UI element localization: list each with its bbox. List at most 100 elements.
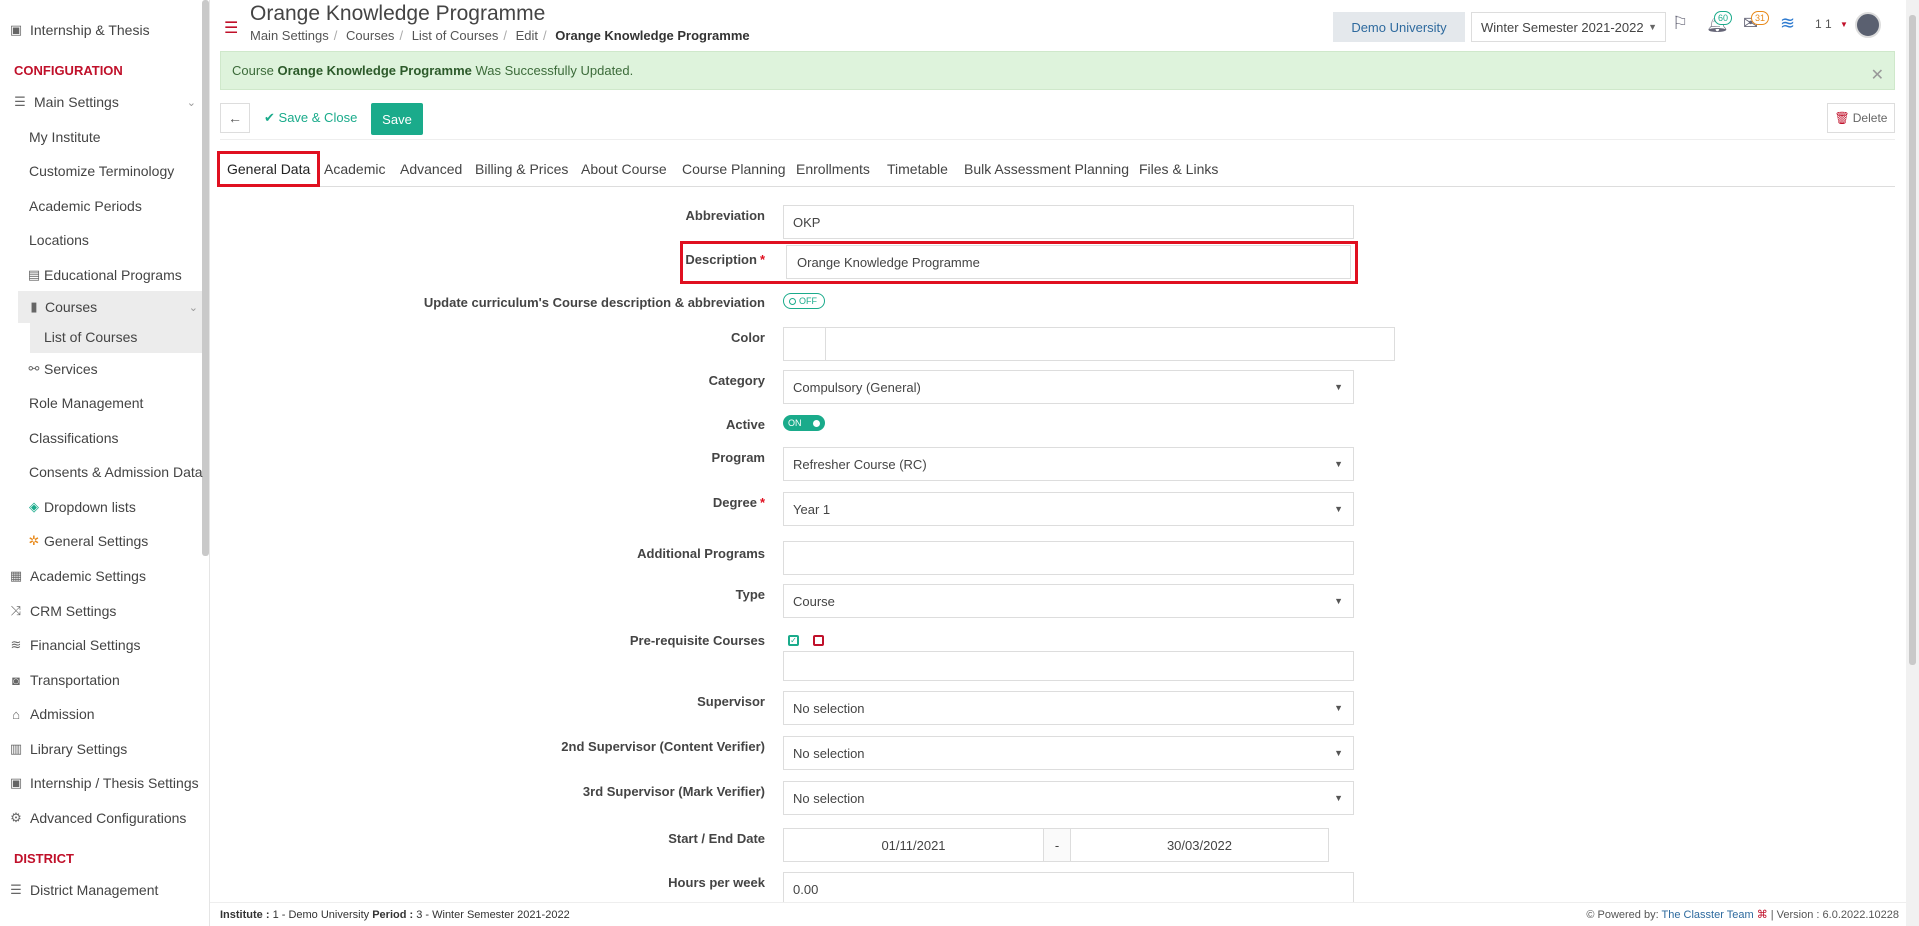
supervisor2-select[interactable]: No selection ▼ bbox=[783, 736, 1354, 770]
sidebar-item-educational-programs[interactable]: ▤ Educational Programs ‹ bbox=[26, 259, 209, 291]
hours-input[interactable]: 0.00 bbox=[783, 872, 1354, 906]
description-row: Description * Orange Knowledge Programme bbox=[400, 245, 1360, 279]
district-heading: DISTRICT bbox=[14, 851, 74, 866]
sidebar-item-transportation[interactable]: ◙ Transportation ‹ bbox=[8, 664, 208, 696]
supervisor-select[interactable]: No selection ▼ bbox=[783, 691, 1354, 725]
books-icon: ▥ bbox=[9, 741, 23, 756]
sliders-icon: ☰ bbox=[14, 94, 26, 109]
main-scrollbar[interactable] bbox=[1906, 0, 1919, 926]
breadcrumb-main-settings[interactable]: Main Settings bbox=[250, 28, 329, 43]
classter-team-link[interactable]: The Classter Team bbox=[1662, 909, 1754, 921]
period-select[interactable]: Winter Semester 2021-2022 ▼ bbox=[1471, 12, 1666, 42]
tab-billing-prices[interactable]: Billing & Prices bbox=[475, 150, 568, 187]
tab-academic[interactable]: Academic bbox=[324, 150, 385, 187]
sidebar-item-internship-thesis[interactable]: ▣ Internship & Thesis bbox=[8, 14, 208, 46]
tab-timetable[interactable]: Timetable bbox=[887, 150, 948, 187]
coins-icon: ≋ bbox=[10, 637, 22, 652]
tab-files-links[interactable]: Files & Links bbox=[1139, 150, 1218, 187]
tab-enrollments[interactable]: Enrollments bbox=[796, 150, 870, 187]
sidebar-item-courses[interactable]: ▮ Courses ⌄ bbox=[18, 291, 202, 323]
sidebar-item-general-settings[interactable]: ✲ General Settings bbox=[26, 525, 209, 557]
supervisor-row: Supervisor No selection ▼ bbox=[400, 691, 1360, 725]
supervisor3-select[interactable]: No selection ▼ bbox=[783, 781, 1354, 815]
sidebar-item-crm-settings[interactable]: ⤨ CRM Settings ‹ bbox=[8, 595, 208, 627]
hours-row: Hours per week 0.00 bbox=[400, 872, 1360, 906]
flag-icon[interactable]: ⚐ bbox=[1672, 13, 1688, 34]
program-select[interactable]: Refresher Course (RC) ▼ bbox=[783, 447, 1354, 481]
prerequisite-input[interactable] bbox=[783, 651, 1354, 681]
tab-bulk-assessment-planning[interactable]: Bulk Assessment Planning bbox=[964, 150, 1129, 187]
sidebar-item-academic-periods[interactable]: Academic Periods bbox=[29, 190, 209, 222]
back-button[interactable]: ← bbox=[220, 103, 250, 133]
sidebar-item-advanced-configurations[interactable]: ⚙ Advanced Configurations bbox=[8, 802, 208, 834]
caret-down-icon[interactable]: ▼ bbox=[1840, 20, 1848, 29]
sidebar-item-list-of-courses[interactable]: List of Courses bbox=[30, 321, 202, 353]
chevron-down-icon: ⌄ bbox=[186, 96, 196, 109]
description-input[interactable]: Orange Knowledge Programme bbox=[786, 245, 1351, 279]
end-date-input[interactable]: 30/03/2022 bbox=[1070, 828, 1329, 862]
copyright-icon: © bbox=[1586, 909, 1595, 921]
sidebar-item-financial-settings[interactable]: ≋ Financial Settings ‹ bbox=[8, 629, 208, 661]
sidebar-item-consents-admission[interactable]: Consents & Admission Data bbox=[29, 456, 209, 488]
category-select[interactable]: Compulsory (General) ▼ bbox=[783, 370, 1354, 404]
sidebar: ▣ Internship & Thesis CONFIGURATION ☰ Ma… bbox=[0, 0, 210, 926]
university-button[interactable]: Demo University bbox=[1333, 12, 1465, 42]
color-input[interactable] bbox=[783, 327, 1395, 361]
stack-icon[interactable]: ≋ bbox=[1780, 13, 1795, 34]
caret-down-icon: ▼ bbox=[1334, 748, 1343, 758]
tab-advanced[interactable]: Advanced bbox=[400, 150, 462, 187]
sidebar-item-academic-settings[interactable]: ▦ Academic Settings ‹ bbox=[8, 560, 208, 592]
institution-icon: ⌂ bbox=[12, 706, 20, 722]
tab-about-course[interactable]: About Course bbox=[581, 150, 667, 187]
sidebar-item-locations[interactable]: Locations bbox=[29, 224, 209, 256]
table-icon: ▤ bbox=[27, 267, 41, 282]
sidebar-item-role-management[interactable]: Role Management bbox=[29, 387, 209, 419]
abbreviation-label: Abbreviation bbox=[685, 208, 765, 223]
start-date-input[interactable]: 01/11/2021 bbox=[783, 828, 1044, 862]
abbreviation-row: Abbreviation OKP bbox=[400, 205, 1360, 239]
avatar[interactable] bbox=[1855, 12, 1881, 38]
sidebar-item-dropdown-lists[interactable]: ◈ Dropdown lists bbox=[26, 491, 209, 523]
breadcrumb-edit[interactable]: Edit bbox=[516, 28, 538, 43]
update-curriculum-toggle[interactable]: OFF bbox=[783, 293, 825, 309]
tab-general-data[interactable]: General Data bbox=[217, 151, 321, 187]
sidebar-item-admission[interactable]: ⌂ Admission ‹ bbox=[8, 698, 208, 730]
save-button[interactable]: Save bbox=[371, 103, 423, 135]
active-label: Active bbox=[725, 417, 765, 432]
close-icon[interactable]: ✕ bbox=[1871, 65, 1884, 85]
abbreviation-input[interactable]: OKP bbox=[783, 205, 1354, 239]
uncheck-all-icon[interactable] bbox=[813, 635, 824, 646]
save-close-button[interactable]: ✔ Save & Close bbox=[264, 110, 357, 126]
main-scrollbar-thumb[interactable] bbox=[1909, 15, 1916, 665]
delete-button[interactable]: 🗑︎ Delete bbox=[1827, 103, 1895, 133]
degree-select[interactable]: Year 1 ▼ bbox=[783, 492, 1354, 526]
sidebar-item-district-management[interactable]: ☰ District Management ‹ bbox=[8, 874, 208, 906]
box-icon: ▣ bbox=[9, 775, 23, 790]
sidebar-item-services[interactable]: ⚯ Services ‹ bbox=[26, 353, 209, 385]
category-row: Category Compulsory (General) ▼ bbox=[400, 370, 1360, 404]
sidebar-item-internship-thesis-settings[interactable]: ▣ Internship / Thesis Settings ‹ bbox=[8, 767, 208, 799]
trash-icon: 🗑︎ bbox=[1834, 111, 1850, 125]
sidebar-item-customize-terminology[interactable]: Customize Terminology bbox=[29, 155, 209, 187]
active-toggle[interactable]: ON bbox=[783, 415, 825, 431]
type-select[interactable]: Course ▼ bbox=[783, 584, 1354, 618]
chevron-down-icon: ⌄ bbox=[188, 301, 198, 314]
program-row: Program Refresher Course (RC) ▼ bbox=[400, 447, 1360, 481]
breadcrumb-list-of-courses[interactable]: List of Courses bbox=[412, 28, 499, 43]
tab-course-planning[interactable]: Course Planning bbox=[682, 150, 786, 187]
check-all-icon[interactable]: ✓ bbox=[788, 635, 799, 646]
sidebar-item-my-institute[interactable]: My Institute bbox=[29, 121, 209, 153]
caret-down-icon: ▼ bbox=[1334, 793, 1343, 803]
sidebar-item-library-settings[interactable]: ▥ Library Settings ‹ bbox=[8, 733, 208, 765]
breadcrumb-courses[interactable]: Courses bbox=[346, 28, 394, 43]
color-label: Color bbox=[731, 330, 765, 345]
menu-icon: ☰ bbox=[10, 882, 22, 897]
sidebar-item-classifications[interactable]: Classifications bbox=[29, 422, 209, 454]
user-label[interactable]: 1 1 bbox=[1815, 17, 1832, 31]
sidebar-item-main-settings[interactable]: ☰ Main Settings ⌄ bbox=[12, 86, 209, 118]
additional-programs-input[interactable] bbox=[783, 541, 1354, 575]
grid-icon: ▦ bbox=[9, 568, 23, 583]
color-swatch[interactable] bbox=[784, 328, 826, 360]
hamburger-menu-icon[interactable]: ☰ bbox=[224, 18, 238, 38]
arrow-left-icon: ← bbox=[228, 110, 242, 126]
